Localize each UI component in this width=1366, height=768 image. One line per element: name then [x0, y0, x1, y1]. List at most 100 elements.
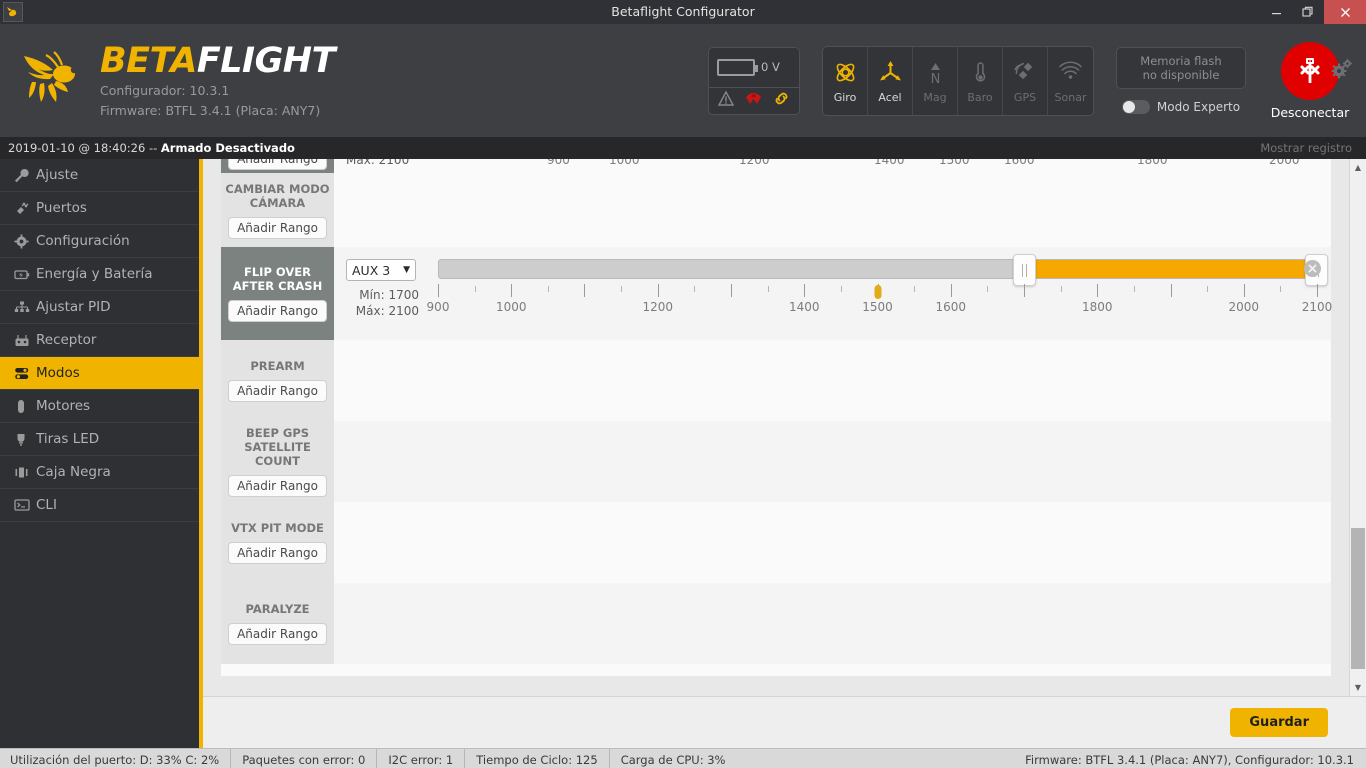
scrollbar-thumb[interactable] [1351, 528, 1365, 669]
add-range-button[interactable]: Añadir Rango [228, 380, 327, 402]
sidebar-label: Energía y Batería [36, 266, 153, 282]
minimize-button[interactable] [1260, 0, 1292, 24]
parachute-icon [745, 91, 762, 110]
modes-panel: Añadir Rango Máx: 2100 900 1000 1200 140… [221, 159, 1332, 676]
mode-body [334, 173, 1331, 247]
tick-label: 1500 [862, 300, 893, 314]
mode-name: BEEP GPS SATELLITE COUNT Añadir Rango [221, 421, 334, 502]
sidebar-item-cli[interactable]: CLI [0, 489, 199, 522]
sidebar-item-caja-negra[interactable]: Caja Negra [0, 456, 199, 489]
slider-ticks: 900 1000 1200 1400 1500 1600 1800 2000 2100 [427, 284, 1332, 320]
mode-label: PARALYZE [245, 602, 310, 616]
modes-content: Añadir Rango Máx: 2100 900 1000 1200 140… [203, 159, 1366, 748]
tick-minor [914, 286, 916, 292]
tick-minor [694, 286, 696, 292]
sidebar-item-energia-bateria[interactable]: Energía y Batería [0, 258, 199, 291]
tick-minor [547, 286, 549, 292]
log-arming-state: Armado Desactivado [160, 141, 295, 155]
satellite-icon [1013, 58, 1038, 88]
tick-label: 2100 [1301, 300, 1333, 314]
mode-row-beep-gps-satellite-count: BEEP GPS SATELLITE COUNT Añadir Rango [221, 421, 1331, 502]
window-title: Betaflight Configurator [611, 4, 755, 19]
tick-label: 1000 [495, 300, 527, 314]
slider-track[interactable] [438, 254, 1328, 286]
add-range-button[interactable]: Añadir Rango [228, 159, 327, 170]
expert-mode-label: Modo Experto [1156, 100, 1241, 114]
tick-minor [621, 286, 623, 292]
firmware-version: Firmware: BTFL 3.4.1 (Placa: ANY7) [100, 103, 321, 118]
tick-label: 1200 [642, 300, 674, 314]
save-button[interactable]: Guardar [1230, 708, 1328, 737]
tick-label: 900 [426, 300, 450, 314]
sidebar-item-receptor[interactable]: Receptor [0, 324, 199, 357]
add-range-button[interactable]: Añadir Rango [228, 623, 327, 645]
sensor-label: Acel [878, 90, 902, 104]
mode-name: CAMBIAR MODO CÁMARA Añadir Rango [221, 173, 334, 247]
sidebar-label: CLI [36, 497, 57, 513]
mode-body: Máx: 2100 900 1000 1200 1400 1500 1600 1… [346, 159, 1300, 167]
expert-mode-row[interactable]: Modo Experto [1121, 100, 1241, 114]
mode-body: AUX 3 ▼ Mín: 1700 Máx: 2100 900 1000 120… [334, 247, 1332, 340]
mode-name: PREARM Añadir Rango [221, 340, 334, 421]
scroll-down-button[interactable]: ▼ [1350, 679, 1366, 696]
tick-major [1243, 284, 1245, 297]
add-range-button[interactable]: Añadir Rango [228, 542, 327, 564]
status-cpu-load: Carga de CPU: 3% [620, 753, 726, 767]
tick-minor [1280, 286, 1282, 292]
range-slider[interactable]: 900 1000 1200 1400 1500 1600 1800 2000 2100 [427, 254, 1332, 320]
toggles-icon [14, 366, 36, 381]
mode-row-prearm: PREARM Añadir Rango [221, 340, 1331, 421]
tick-minor [1133, 286, 1135, 292]
show-log-link[interactable]: Mostrar registro [1260, 141, 1352, 155]
mode-label: CAMBIAR MODO CÁMARA [225, 181, 330, 210]
add-range-button[interactable]: Añadir Rango [228, 300, 327, 322]
sidebar-item-tiras-led[interactable]: Tiras LED [0, 423, 199, 456]
accelerometer-icon [878, 58, 903, 88]
slider-handle-min[interactable] [1012, 254, 1036, 286]
mode-label: BEEP GPS SATELLITE COUNT [244, 426, 311, 468]
sidebar-item-ajuste[interactable]: Ajuste [0, 159, 199, 192]
status-log-bar: 2019-01-10 @ 18:40:26 -- Armado Desactiv… [0, 137, 1366, 159]
tick-label: 2000 [1228, 300, 1260, 314]
sidebar-item-configuracion[interactable]: Configuración [0, 225, 199, 258]
channel-select[interactable]: AUX 3 ▼ [346, 259, 416, 281]
tick-minor [474, 286, 476, 292]
svg-text:N: N [930, 72, 940, 85]
sidebar-label: Puertos [36, 200, 87, 216]
sidebar-item-modos[interactable]: Modos [0, 357, 199, 390]
battery-voltage: 0 V [761, 60, 780, 74]
sensor-label: GPS [1013, 90, 1037, 104]
range-max-label: Máx: 2100 [355, 304, 419, 318]
battery-icon [14, 267, 36, 282]
tick-major [804, 284, 806, 297]
vertical-scrollbar[interactable]: ▲ ▼ [1349, 159, 1366, 696]
sidebar-item-ajustar-pid[interactable]: Ajustar PID [0, 291, 199, 324]
terminal-icon [14, 498, 36, 512]
flash-memory-button[interactable]: Memoria flash no disponible [1116, 47, 1246, 89]
mode-row-paralyze: PARALYZE Añadir Rango [221, 583, 1331, 664]
delete-range-button[interactable] [1304, 260, 1321, 277]
wrench-icon [14, 168, 36, 183]
tick-major [511, 284, 513, 297]
scroll-up-button[interactable]: ▲ [1350, 159, 1366, 176]
bottom-toolbar: Guardar [203, 696, 1366, 748]
range-minmax: Mín: 1700 Máx: 2100 [346, 287, 431, 319]
channel-value: AUX 3 [352, 262, 391, 278]
thermometer-icon [968, 58, 993, 88]
add-range-button[interactable]: Añadir Rango [228, 475, 327, 497]
settings-gear-icon[interactable] [1330, 58, 1354, 84]
sensor-status-bar: Giro Acel N Mag Baro GPS Sonar [822, 45, 1094, 116]
close-button[interactable] [1324, 0, 1366, 24]
restore-button[interactable] [1292, 0, 1324, 24]
usb-disconnect-icon [1300, 57, 1320, 83]
window-controls [1260, 0, 1366, 24]
log-timestamp: 2019-01-10 @ 18:40:26 -- [8, 141, 161, 155]
sidebar-label: Modos [36, 365, 80, 381]
mode-name: VTX PIT MODE Añadir Rango [221, 502, 334, 583]
mode-name: FLIP OVER AFTER CRASH Añadir Rango [221, 247, 334, 340]
betaflight-bee-logo-icon [22, 50, 90, 112]
expert-mode-toggle[interactable] [1121, 100, 1150, 114]
add-range-button[interactable]: Añadir Rango [228, 216, 327, 239]
sidebar-item-puertos[interactable]: Puertos [0, 192, 199, 225]
sidebar-item-motores[interactable]: Motores [0, 390, 199, 423]
